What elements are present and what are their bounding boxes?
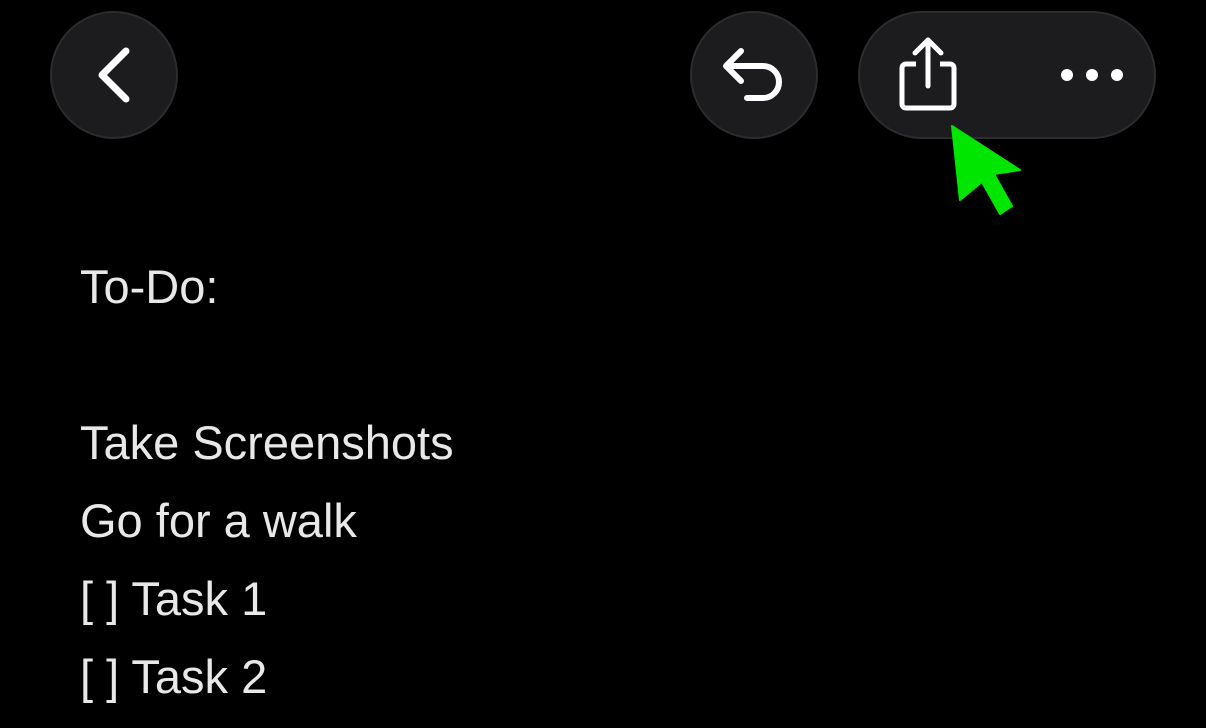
toolbar-pill bbox=[858, 11, 1156, 139]
note-body[interactable]: To-Do: Take Screenshots Go for a walk [ … bbox=[80, 248, 1160, 716]
note-line[interactable]: [ ] Task 1 bbox=[80, 560, 1160, 638]
more-button[interactable] bbox=[1032, 13, 1152, 137]
mouse-pointer-icon bbox=[950, 124, 1026, 225]
undo-button[interactable] bbox=[690, 11, 818, 139]
note-line[interactable]: [ ] Task 2 bbox=[80, 638, 1160, 716]
note-line[interactable] bbox=[80, 326, 1160, 404]
ellipsis-icon bbox=[1060, 67, 1124, 83]
note-line[interactable]: Go for a walk bbox=[80, 482, 1160, 560]
undo-arrow-icon bbox=[721, 46, 787, 104]
back-button[interactable] bbox=[50, 11, 178, 139]
chevron-left-icon bbox=[94, 45, 134, 105]
share-button[interactable] bbox=[870, 13, 986, 137]
note-line[interactable]: Take Screenshots bbox=[80, 404, 1160, 482]
share-icon bbox=[896, 36, 960, 114]
note-line[interactable]: To-Do: bbox=[80, 248, 1160, 326]
